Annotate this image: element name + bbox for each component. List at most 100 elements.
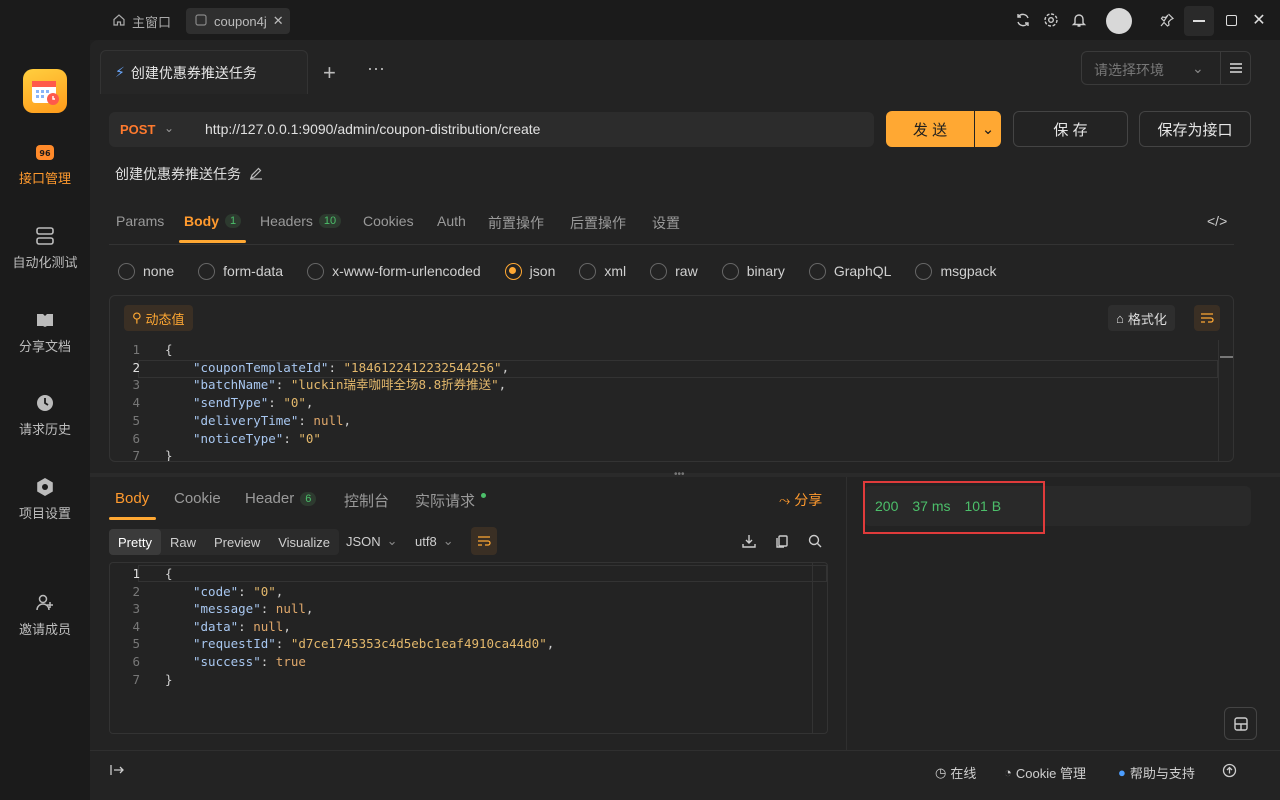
wrap-lines-icon[interactable] <box>471 527 497 555</box>
online-status[interactable]: ◷ 在线 <box>935 763 976 782</box>
maximize-icon[interactable] <box>1222 11 1240 29</box>
add-user-icon <box>35 593 55 613</box>
header-count-badge: 6 <box>300 491 317 506</box>
help-support-button[interactable]: ● 帮助与支持 <box>1118 763 1195 782</box>
clock-icon <box>35 393 55 413</box>
save-button[interactable]: 保 存 <box>1013 111 1128 147</box>
home-icon <box>112 13 126 30</box>
pin-icon[interactable] <box>1158 11 1176 29</box>
line-number: 1 <box>132 566 140 581</box>
layout-toggle-icon[interactable] <box>1224 707 1257 740</box>
minimize-icon[interactable] <box>1184 6 1214 36</box>
sidebar-item-docs[interactable]: 分享文档 <box>0 310 90 355</box>
radio-msgpack[interactable]: msgpack <box>915 262 996 280</box>
sync-icon[interactable] <box>1014 11 1032 29</box>
line-number: 4 <box>132 618 140 634</box>
code-icon[interactable]: </> <box>1207 213 1227 229</box>
line-number: 6 <box>132 430 140 446</box>
tab-auth[interactable]: Auth <box>437 213 466 229</box>
response-body-viewer[interactable]: 1 {2 "code": "0", 3 "message": null, 4 "data":… <box>109 562 828 734</box>
sidebar-item-settings[interactable]: 项目设置 <box>0 477 90 522</box>
code-line: "code": "0", <box>193 583 284 599</box>
edit-icon[interactable] <box>249 166 263 183</box>
send-button[interactable]: 发 送 <box>886 111 974 147</box>
response-tab-header[interactable]: Header 6 <box>245 490 317 507</box>
upload-icon[interactable] <box>1222 763 1237 778</box>
close-tab-icon[interactable]: ✕ <box>273 13 284 29</box>
wrap-lines-icon[interactable] <box>1194 305 1220 331</box>
sidebar-item-invite[interactable]: 邀请成员 <box>0 593 90 638</box>
code-line: "couponTemplateId": "1846122412232544256… <box>193 359 510 375</box>
response-tab-cookie[interactable]: Cookie <box>174 490 221 507</box>
window-tab-label: coupon4j <box>214 13 267 29</box>
line-number: 1 <box>132 342 140 357</box>
view-preview[interactable]: Preview <box>205 529 269 555</box>
format-select[interactable]: JSON ⌄ <box>346 533 398 549</box>
url-input[interactable]: http://127.0.0.1:9090/admin/coupon-distr… <box>205 121 540 137</box>
share-button[interactable]: ⤳ 分享 <box>779 490 822 510</box>
scrollbar[interactable] <box>1220 356 1233 358</box>
dynamic-value-button[interactable]: ⚲ 动态值 <box>124 305 193 331</box>
radio-urlencoded[interactable]: x-www-form-urlencoded <box>307 262 481 280</box>
tab-settings[interactable]: 设置 <box>652 213 680 233</box>
radio-xml[interactable]: xml <box>579 262 626 280</box>
copy-icon[interactable] <box>774 533 790 552</box>
check-circle-icon: ◷ <box>935 764 947 780</box>
collapse-icon[interactable] <box>110 763 124 777</box>
line-number: 7 <box>132 671 140 687</box>
sidebar-item-label: 接口管理 <box>18 171 71 186</box>
code-line: "noticeType": "0" <box>193 430 321 446</box>
radio-raw[interactable]: raw <box>650 262 698 280</box>
tab-pre-actions[interactable]: 前置操作 <box>488 213 544 233</box>
radio-json[interactable]: json <box>504 262 555 280</box>
sidebar-item-history[interactable]: 请求历史 <box>0 393 90 438</box>
tab-post-actions[interactable]: 后置操作 <box>570 213 626 233</box>
line-number: 5 <box>132 412 140 428</box>
chevron-down-icon: ⌄ <box>1192 60 1204 76</box>
window-tab-main[interactable]: 主窗口 <box>104 8 179 34</box>
request-tab[interactable]: ⚡ 创建优惠券推送任务 <box>100 50 308 94</box>
close-icon[interactable]: ✕ <box>1250 11 1268 29</box>
window-tab-project[interactable]: coupon4j ✕ <box>186 8 290 34</box>
view-visualize[interactable]: Visualize <box>269 529 339 555</box>
avatar[interactable] <box>1106 8 1132 34</box>
settings-icon[interactable] <box>1042 11 1060 29</box>
radio-graphql[interactable]: GraphQL <box>808 262 891 280</box>
format-button[interactable]: ⌂ 格式化 <box>1108 305 1175 331</box>
response-tab-actual-request[interactable]: 实际请求 <box>415 490 487 511</box>
code-line: "requestId": "d7ce1745353c4d5ebc1eaf4910… <box>193 636 555 652</box>
view-pretty[interactable]: Pretty <box>109 529 161 555</box>
sidebar-item-api[interactable]: 96 接口管理 <box>0 142 90 187</box>
tab-params[interactable]: Params <box>116 213 164 229</box>
radio-form-data[interactable]: form-data <box>198 262 283 280</box>
sidebar-item-automation[interactable]: 自动化测试 <box>0 226 90 271</box>
env-select[interactable]: 请选择环境 ⌄ <box>1081 51 1251 85</box>
add-tab-icon[interactable]: + <box>323 60 336 86</box>
download-icon[interactable] <box>741 533 757 552</box>
encoding-select[interactable]: utf8 ⌄ <box>415 533 454 549</box>
line-number: 3 <box>132 601 140 617</box>
response-tab-console[interactable]: 控制台 <box>344 490 389 511</box>
status-dot <box>481 493 487 498</box>
radio-binary[interactable]: binary <box>721 262 785 280</box>
radio-none[interactable]: none <box>118 262 174 280</box>
cookie-manager-button[interactable]: ◔ Cookie 管理 <box>1004 763 1086 782</box>
tab-headers[interactable]: Headers 10 <box>260 213 342 229</box>
view-raw[interactable]: Raw <box>161 529 205 555</box>
method-select[interactable]: POST <box>120 122 155 137</box>
save-as-api-button[interactable]: 保存为接口 <box>1139 111 1251 147</box>
tab-body[interactable]: Body 1 <box>184 213 242 229</box>
more-icon[interactable]: ··· <box>367 58 385 79</box>
request-body-editor[interactable]: ⚲ 动态值 ⌂ 格式化 1 {2 "couponTemplateId": "184612… <box>109 295 1234 462</box>
url-bar: POST ⌄ http://127.0.0.1:9090/admin/coupo… <box>109 112 874 147</box>
response-tab-body[interactable]: Body <box>115 490 149 507</box>
send-dropdown-button[interactable]: ⌄ <box>975 111 1001 147</box>
bell-icon[interactable] <box>1070 11 1088 29</box>
search-icon[interactable] <box>807 533 823 552</box>
menu-icon[interactable] <box>1228 60 1244 79</box>
request-tab-label: 创建优惠券推送任务 <box>130 64 257 81</box>
code-line: { <box>165 342 173 357</box>
tab-cookies[interactable]: Cookies <box>363 213 414 229</box>
active-tab-indicator <box>179 240 246 243</box>
request-name-label: 创建优惠券推送任务 <box>115 166 241 182</box>
